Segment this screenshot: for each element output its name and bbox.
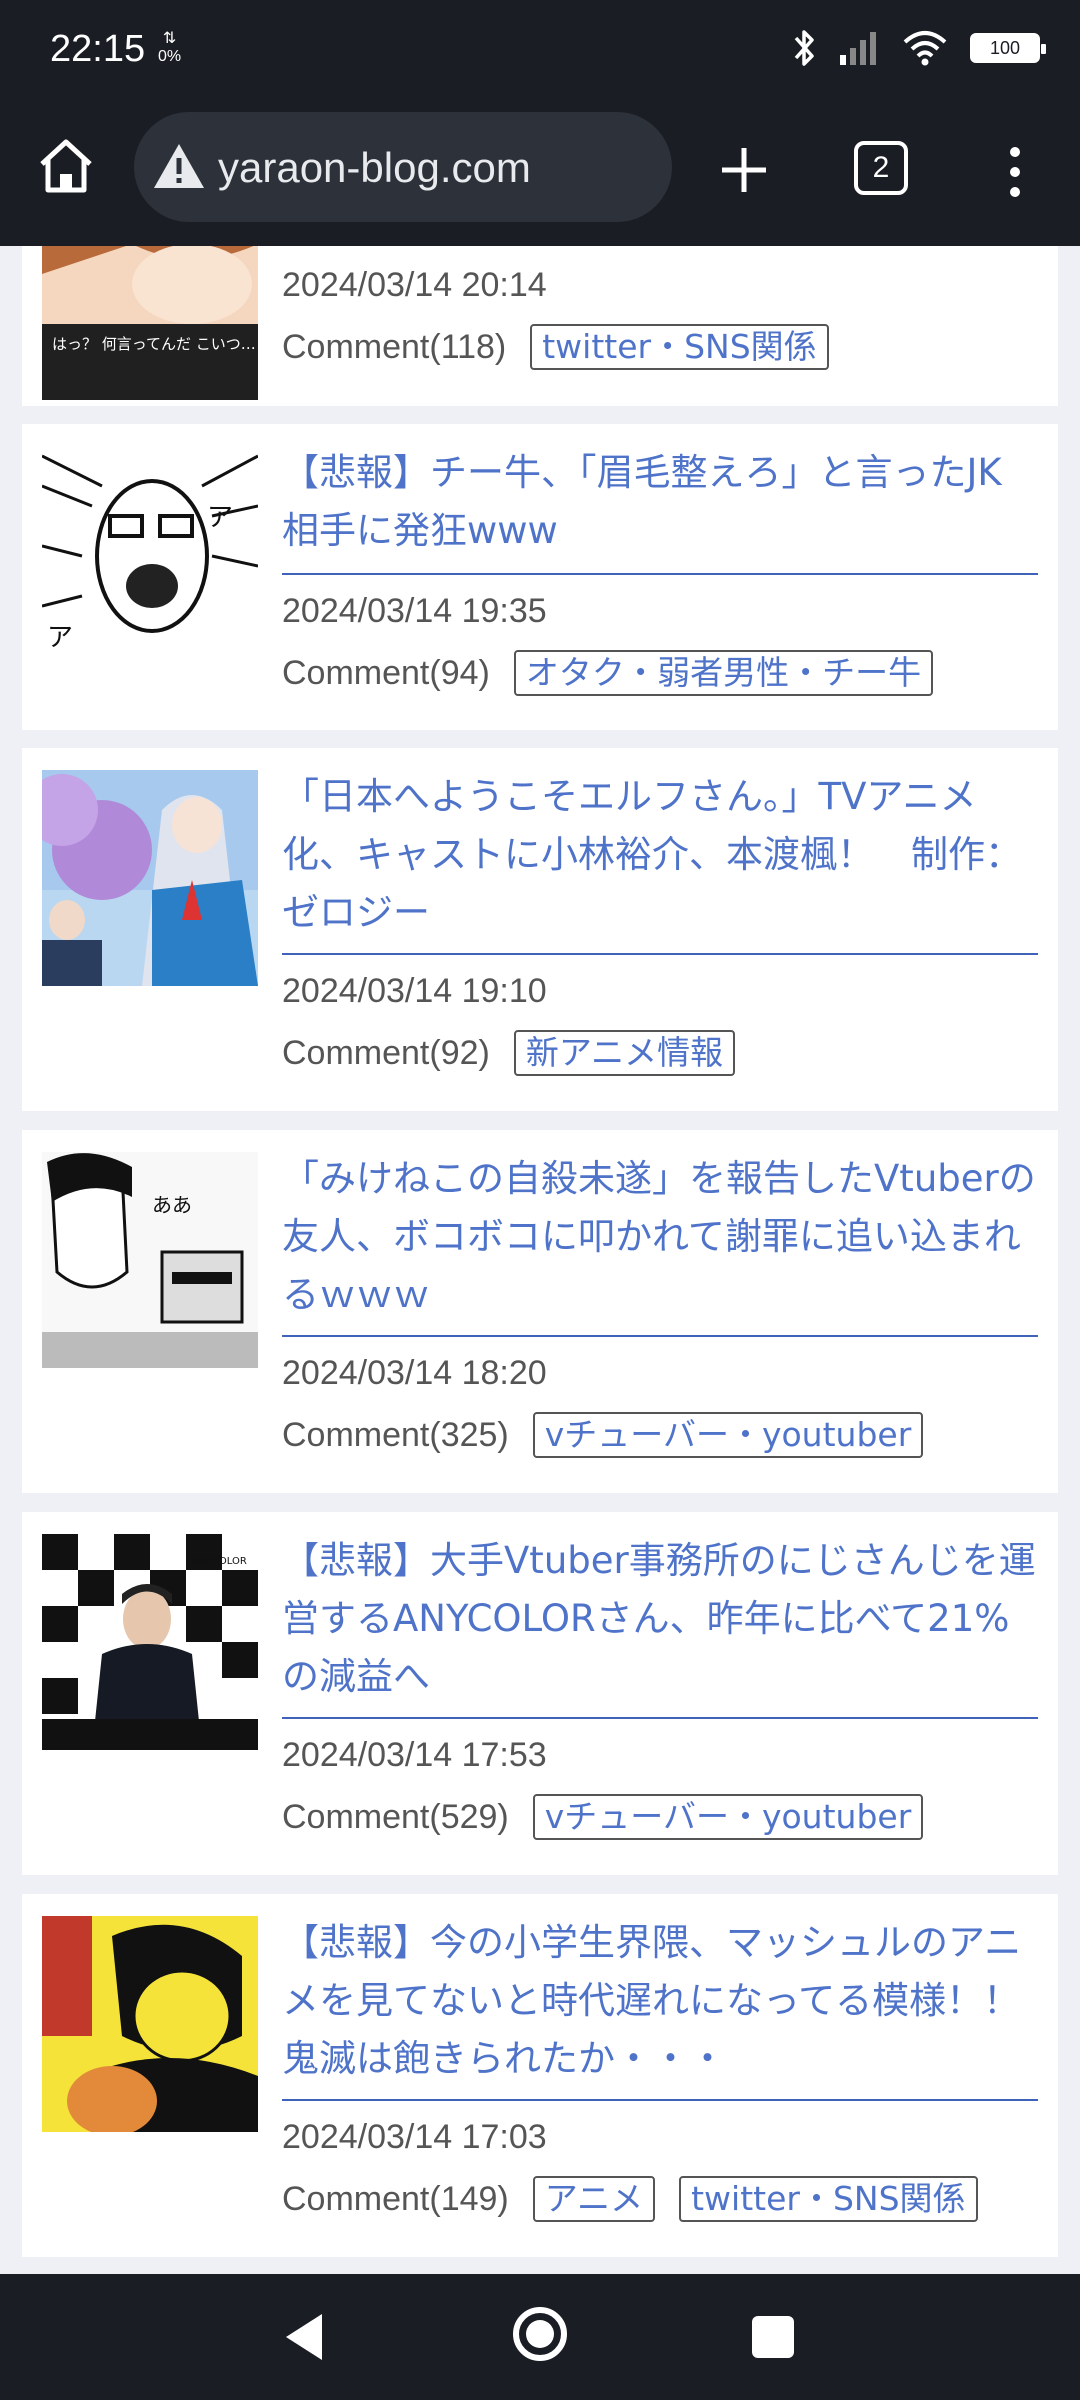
system-nav-bar [0, 2274, 1080, 2400]
comment-count[interactable]: Comment(94) [282, 654, 490, 693]
article-card[interactable]: ア ア 【悲報】チー牛、「眉毛整えろ」と言ったJK相手に発狂www 2024/0… [22, 424, 1058, 730]
title-divider [282, 953, 1038, 955]
article-thumbnail[interactable]: はっ？ 何言ってんだ こいつ… [42, 246, 258, 400]
article-thumbnail[interactable]: ああ [42, 1152, 258, 1368]
article-card[interactable]: 「日本へようこそエルフさん。」TVアニメ化、キャストに小林裕介、本渡楓！ 制作：… [22, 748, 1058, 1111]
article-card[interactable]: ANYCOLOR 【悲報】大手Vtuber事務所のにじさんじを運営するANYCO… [22, 1512, 1058, 1875]
article-meta: Comment(149) アニメ twitter・SNS関係 [282, 2176, 978, 2222]
article-title[interactable]: 【悲報】今の小学生界隈、マッシュルのアニメを見てないと時代遅れになってる模様！！… [282, 1914, 1057, 2088]
signal-icon [840, 32, 876, 65]
comment-count[interactable]: Comment(529) [282, 1798, 509, 1837]
category-tag[interactable]: twitter・SNS関係 [679, 2176, 978, 2222]
comment-count[interactable]: Comment(149) [282, 2180, 509, 2219]
article-meta: Comment(529) vチューバー・youtuber [282, 1794, 924, 1840]
wifi-icon [903, 31, 947, 66]
comment-count[interactable]: Comment(325) [282, 1416, 509, 1455]
more-menu-icon[interactable] [995, 140, 1035, 204]
new-tab-icon[interactable] [712, 138, 776, 202]
article-card[interactable]: ああ 「みけねこの自殺未遂」を報告したVtuberの友人、ボコボコに叩かれて謝罪… [22, 1130, 1058, 1493]
category-tag[interactable]: 新アニメ情報 [513, 1030, 736, 1076]
title-divider [282, 573, 1038, 575]
article-date: 2024/03/14 19:35 [282, 592, 547, 630]
category-tag[interactable]: オタク・弱者男性・チー牛 [513, 650, 934, 696]
category-tag[interactable]: twitter・SNS関係 [530, 324, 829, 370]
article-meta: Comment(118) twitter・SNS関係 [282, 324, 829, 370]
article-title[interactable]: 【悲報】チー牛、「眉毛整えろ」と言ったJK相手に発狂www [282, 444, 1038, 560]
article-list: はっ？ 何言ってんだ こいつ… 2024/03/14 20:14 Comment… [0, 246, 1080, 2274]
article-date: 2024/03/14 17:03 [282, 2118, 547, 2156]
tab-count: 2 [872, 151, 890, 184]
article-date: 2024/03/14 18:20 [282, 1354, 547, 1392]
status-time: 22:15 [50, 28, 146, 70]
article-title[interactable]: 「みけねこの自殺未遂」を報告したVtuberの友人、ボコボコに叩かれて謝罪に追い… [282, 1150, 1038, 1324]
category-tag[interactable]: vチューバー・youtuber [532, 1794, 924, 1840]
thumb-caption: ANYCOLOR [192, 1556, 247, 1567]
status-icons: 100 [790, 28, 1046, 68]
article-meta: Comment(325) vチューバー・youtuber [282, 1412, 924, 1458]
article-meta: Comment(92) 新アニメ情報 [282, 1030, 736, 1076]
article-thumbnail[interactable]: ANYCOLOR [42, 1534, 258, 1750]
thumb-caption: はっ？ 何言ってんだ こいつ… [52, 335, 256, 353]
back-icon[interactable] [282, 2310, 326, 2364]
article-thumbnail[interactable] [42, 770, 258, 986]
article-thumbnail[interactable]: ア ア [42, 446, 258, 662]
title-divider [282, 1717, 1038, 1719]
comment-count[interactable]: Comment(118) [282, 328, 506, 367]
article-date: 2024/03/14 19:10 [282, 972, 547, 1010]
home-icon[interactable] [34, 134, 98, 198]
category-tag[interactable]: vチューバー・youtuber [532, 1412, 924, 1458]
tab-switcher-button[interactable]: 2 [854, 141, 908, 195]
title-divider [282, 2099, 1038, 2101]
url-text[interactable]: yaraon-blog.com [218, 144, 531, 192]
home-nav-icon[interactable] [510, 2304, 570, 2364]
bluetooth-icon [794, 30, 814, 66]
article-card[interactable]: はっ？ 何言ってんだ こいつ… 2024/03/14 20:14 Comment… [22, 246, 1058, 406]
address-bar[interactable]: yaraon-blog.com [134, 112, 672, 222]
article-date: 2024/03/14 17:53 [282, 1736, 547, 1774]
article-thumbnail[interactable] [42, 1916, 258, 2132]
status-bar: 22:15 ⇅ 0% 100 [0, 0, 1080, 104]
data-rate-indicator: ⇅ 0% [158, 30, 182, 65]
browser-toolbar: yaraon-blog.com 2 [0, 104, 1080, 246]
article-date: 2024/03/14 20:14 [282, 266, 547, 304]
svg-text:ア: ア [47, 623, 73, 653]
category-tag[interactable]: アニメ [532, 2176, 656, 2222]
recents-icon[interactable] [752, 2316, 794, 2358]
comment-count[interactable]: Comment(92) [282, 1034, 490, 1073]
battery-level: 100 [989, 37, 1021, 58]
title-divider [282, 1335, 1038, 1337]
warning-icon[interactable] [152, 140, 206, 194]
thumb-caption: ああ [152, 1193, 192, 1217]
article-card[interactable]: 【悲報】今の小学生界隈、マッシュルのアニメを見てないと時代遅れになってる模様！！… [22, 1894, 1058, 2257]
article-meta: Comment(94) オタク・弱者男性・チー牛 [282, 650, 934, 696]
article-title[interactable]: 「日本へようこそエルフさん。」TVアニメ化、キャストに小林裕介、本渡楓！ 制作：… [282, 768, 1038, 942]
svg-text:ア: ア [207, 503, 233, 533]
battery-icon: 100 [970, 33, 1046, 63]
article-title[interactable]: 【悲報】大手Vtuber事務所のにじさんじを運営するANYCOLORさん、昨年に… [282, 1532, 1038, 1706]
